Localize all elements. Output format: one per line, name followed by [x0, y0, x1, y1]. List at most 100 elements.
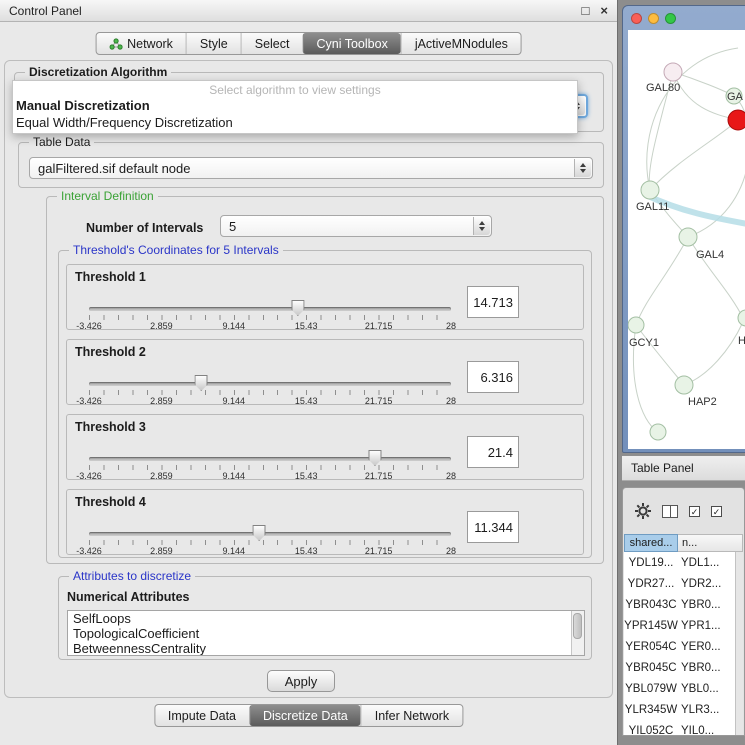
slider-handle[interactable] — [253, 525, 266, 541]
tick-label: 28 — [446, 396, 456, 406]
slider-ticks — [89, 390, 451, 395]
table-row[interactable]: YBR045C YBR0... — [624, 657, 735, 678]
table-row[interactable]: YLR345W YLR3... — [624, 699, 735, 720]
close-window-icon[interactable]: × — [600, 3, 608, 18]
table-scrollbar[interactable] — [735, 552, 743, 735]
tick-label: 9.144 — [223, 546, 246, 556]
node-selected-red[interactable] — [728, 110, 745, 130]
node-label: H — [738, 335, 745, 347]
node-gal80[interactable] — [664, 63, 682, 81]
checkbox-icon[interactable]: ✓ — [711, 506, 722, 517]
threshold-4-label: Threshold 4 — [75, 495, 146, 509]
combobox-value: galFiltered.sif default node — [38, 161, 190, 176]
tab-label: Select — [255, 37, 290, 51]
table-row[interactable]: YIL052C YIL0... — [624, 720, 735, 735]
threshold-1-label: Threshold 1 — [75, 270, 146, 284]
mac-zoom-button[interactable] — [665, 13, 676, 24]
group-title-discretization-algorithm: Discretization Algorithm — [25, 65, 171, 79]
column-header-name[interactable]: n... — [678, 534, 743, 552]
list-item[interactable]: TopologicalCoefficient — [68, 626, 584, 641]
dropdown-prompt: Select algorithm to view settings — [13, 81, 577, 97]
table-row[interactable]: YBR043C YBR0... — [624, 594, 735, 615]
tab-style[interactable]: Style — [186, 33, 241, 54]
tab-select[interactable]: Select — [241, 33, 303, 54]
tick-label: 21.715 — [365, 396, 393, 406]
cell-shared-name: YER054C — [624, 641, 678, 653]
float-window-icon[interactable]: □ — [582, 3, 590, 18]
network-nodes[interactable] — [628, 63, 745, 440]
combobox-stepper-icon[interactable] — [473, 217, 490, 235]
tab-cyni-toolbox[interactable]: Cyni Toolbox — [302, 33, 400, 54]
combobox-stepper-icon[interactable] — [574, 159, 591, 177]
number-of-intervals-label: Number of Intervals — [86, 221, 203, 235]
network-view-window: GAL80 GA GAL11 GAL4 GCY1 H HAP2 — [622, 5, 745, 453]
dropdown-option-manual-discretization[interactable]: Manual Discretization — [13, 97, 577, 114]
table-row[interactable]: YER054C YER0... — [624, 636, 735, 657]
tab-jactivemnodules[interactable]: jActiveMNodules — [401, 33, 521, 54]
cell-shared-name: YBL079W — [624, 683, 678, 695]
list-item[interactable]: SelfLoops — [68, 611, 584, 626]
apply-button[interactable]: Apply — [267, 670, 335, 692]
tab-label: Network — [127, 37, 173, 51]
node-right-mid[interactable] — [738, 310, 745, 326]
cell-name: YBR0... — [678, 599, 735, 611]
tick-label: 2.859 — [150, 321, 173, 331]
node-gal4[interactable] — [679, 228, 697, 246]
dropdown-option-equal-width-frequency[interactable]: Equal Width/Frequency Discretization — [13, 114, 577, 131]
threshold-2-value-field[interactable]: 6.316 — [467, 361, 519, 393]
slider-track — [89, 307, 451, 311]
cell-name: YER0... — [678, 641, 735, 653]
tick-label: 2.859 — [150, 471, 173, 481]
list-item[interactable]: BetweennessCentrality — [68, 641, 584, 656]
tab-network[interactable]: Network — [96, 33, 186, 54]
control-panel-titlebar[interactable]: Control Panel □ × — [0, 0, 617, 22]
gear-icon[interactable] — [635, 503, 651, 519]
mac-close-button[interactable] — [631, 13, 642, 24]
slider-handle[interactable] — [291, 300, 304, 316]
algorithm-dropdown-popup: Select algorithm to view settings Manual… — [12, 80, 578, 134]
node-gal11[interactable] — [641, 181, 659, 199]
slider-tick-labels: -3.426 2.859 9.144 15.43 21.715 28 — [89, 471, 451, 481]
table-panel-header[interactable]: Table Panel — [622, 455, 745, 481]
scrollbar-thumb[interactable] — [573, 613, 582, 639]
tab-discretize-data[interactable]: Discretize Data — [249, 705, 361, 726]
threshold-4-slider[interactable]: -3.426 2.859 9.144 15.43 21.715 28 — [89, 524, 451, 554]
network-canvas[interactable]: GAL80 GA GAL11 GAL4 GCY1 H HAP2 — [628, 30, 745, 449]
node-label: GCY1 — [629, 337, 659, 349]
tab-label: Impute Data — [168, 709, 236, 723]
tab-infer-network[interactable]: Infer Network — [361, 705, 462, 726]
column-header-shared-name[interactable]: shared... — [624, 534, 678, 552]
number-of-intervals-combobox[interactable]: 5 — [220, 215, 492, 237]
table-row[interactable]: YDL19... YDL1... — [624, 552, 735, 573]
tick-label: -3.426 — [76, 321, 102, 331]
slider-tick-labels: -3.426 2.859 9.144 15.43 21.715 28 — [89, 396, 451, 406]
table-row[interactable]: YPR145W YPR1... — [624, 615, 735, 636]
node-label: GA — [727, 91, 744, 103]
list-scrollbar[interactable] — [571, 611, 584, 655]
slider-handle[interactable] — [195, 375, 208, 391]
node-gcy1[interactable] — [628, 317, 644, 333]
columns-icon[interactable] — [662, 505, 678, 518]
cell-name: YDR2... — [678, 578, 735, 590]
threshold-2-slider[interactable]: -3.426 2.859 9.144 15.43 21.715 28 — [89, 374, 451, 404]
tab-impute-data[interactable]: Impute Data — [155, 705, 249, 726]
table-data-combobox[interactable]: galFiltered.sif default node — [29, 157, 593, 179]
table-row[interactable]: YDR27... YDR2... — [624, 573, 735, 594]
tick-label: 15.43 — [295, 321, 318, 331]
node-bottom-left[interactable] — [650, 424, 666, 440]
threshold-1-value-field[interactable]: 14.713 — [467, 286, 519, 318]
table-row[interactable]: YBL079W YBL0... — [624, 678, 735, 699]
node-hap2[interactable] — [675, 376, 693, 394]
checkbox-icon[interactable]: ✓ — [689, 506, 700, 517]
numerical-attributes-list[interactable]: SelfLoops TopologicalCoefficient Between… — [67, 610, 585, 656]
threshold-4-value-field[interactable]: 11.344 — [467, 511, 519, 543]
threshold-3-slider[interactable]: -3.426 2.859 9.144 15.43 21.715 28 — [89, 449, 451, 479]
mac-minimize-button[interactable] — [648, 13, 659, 24]
threshold-3-value-field[interactable]: 21.4 — [467, 436, 519, 468]
cell-name: YDL1... — [678, 557, 735, 569]
slider-handle[interactable] — [368, 450, 381, 466]
tick-label: 28 — [446, 546, 456, 556]
threshold-1-slider[interactable]: -3.426 2.859 9.144 15.43 21.715 28 — [89, 299, 451, 329]
tick-label: -3.426 — [76, 471, 102, 481]
network-window-titlebar[interactable] — [623, 6, 745, 30]
